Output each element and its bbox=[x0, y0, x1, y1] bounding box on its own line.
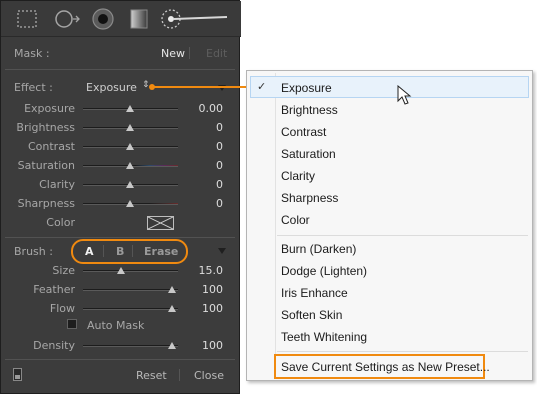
size-label: Size bbox=[52, 264, 75, 277]
feather-label: Feather bbox=[33, 283, 75, 296]
auto-mask-checkbox[interactable] bbox=[67, 319, 77, 329]
tab-divider bbox=[103, 245, 104, 257]
tool-strip bbox=[1, 1, 241, 37]
close-button[interactable]: Close bbox=[194, 369, 224, 382]
contrast-label: Contrast bbox=[27, 140, 75, 153]
color-swatch[interactable] bbox=[147, 216, 174, 230]
section-divider bbox=[5, 359, 235, 360]
menu-item-saturation[interactable]: Saturation bbox=[281, 147, 336, 161]
reset-button[interactable]: Reset bbox=[136, 369, 167, 382]
menu-item-exposure[interactable]: Exposure bbox=[281, 81, 332, 95]
exposure-thumb[interactable] bbox=[126, 105, 134, 112]
menu-item-brightness[interactable]: Brightness bbox=[281, 103, 338, 117]
menu-item-sharpness[interactable]: Sharpness bbox=[281, 191, 338, 205]
contrast-value[interactable]: 0 bbox=[187, 140, 223, 153]
effect-dropdown-value: Exposure bbox=[86, 81, 137, 94]
menu-item-burn-darken[interactable]: Burn (Darken) bbox=[281, 242, 356, 256]
menu-item-color[interactable]: Color bbox=[281, 213, 310, 227]
section-divider bbox=[5, 69, 235, 70]
contrast-thumb[interactable] bbox=[126, 143, 134, 150]
clarity-thumb[interactable] bbox=[126, 181, 134, 188]
adjustment-brush-icon[interactable] bbox=[159, 7, 229, 31]
flow-value[interactable]: 100 bbox=[187, 302, 223, 315]
saturation-thumb[interactable] bbox=[126, 162, 134, 169]
menu-item-soften-skin[interactable]: Soften Skin bbox=[281, 308, 342, 322]
panel-switch-icon[interactable] bbox=[13, 368, 22, 381]
mouse-cursor-icon bbox=[397, 85, 412, 105]
no-color-x-icon bbox=[148, 217, 173, 229]
sharpness-value[interactable]: 0 bbox=[187, 197, 223, 210]
flow-label: Flow bbox=[49, 302, 75, 315]
menu-item-clarity[interactable]: Clarity bbox=[281, 169, 315, 183]
menu-item-dodge-lighten[interactable]: Dodge (Lighten) bbox=[281, 264, 367, 278]
brush-label: Brush : bbox=[14, 245, 53, 258]
color-label: Color bbox=[46, 216, 75, 229]
marquee-tool-icon[interactable] bbox=[15, 7, 39, 31]
clarity-value[interactable]: 0 bbox=[187, 178, 223, 191]
feather-thumb[interactable] bbox=[168, 286, 176, 293]
menu-item-teeth-whitening[interactable]: Teeth Whitening bbox=[281, 330, 367, 344]
auto-mask-label: Auto Mask bbox=[87, 319, 145, 332]
feather-track[interactable] bbox=[83, 289, 178, 291]
mask-label: Mask : bbox=[14, 47, 50, 60]
adjustment-brush-panel: Mask : New Edit Effect : Exposure ⇕ Expo… bbox=[0, 0, 241, 394]
menu-gutter bbox=[275, 73, 276, 378]
feather-value[interactable]: 100 bbox=[187, 283, 223, 296]
flow-thumb[interactable] bbox=[168, 305, 176, 312]
size-track[interactable] bbox=[83, 270, 178, 272]
mask-divider bbox=[189, 47, 190, 59]
menu-item-iris-enhance[interactable]: Iris Enhance bbox=[281, 286, 348, 300]
clarity-label: Clarity bbox=[39, 178, 75, 191]
mask-edit-button[interactable]: Edit bbox=[206, 47, 227, 60]
section-divider bbox=[5, 237, 235, 238]
exposure-value[interactable]: 0.00 bbox=[187, 102, 224, 115]
size-thumb[interactable] bbox=[117, 267, 125, 274]
density-value[interactable]: 100 bbox=[187, 339, 223, 352]
red-eye-tool-icon[interactable] bbox=[91, 7, 115, 31]
tab-divider bbox=[132, 245, 133, 257]
brightness-thumb[interactable] bbox=[126, 124, 134, 131]
checkmark-icon: ✓ bbox=[257, 80, 267, 93]
effect-label: Effect : bbox=[14, 81, 53, 94]
size-value[interactable]: 15.0 bbox=[187, 264, 224, 277]
saturation-value[interactable]: 0 bbox=[187, 159, 223, 172]
brightness-label: Brightness bbox=[16, 121, 75, 134]
menu-item-save-preset[interactable]: Save Current Settings as New Preset... bbox=[281, 360, 490, 374]
sharpness-thumb[interactable] bbox=[126, 200, 134, 207]
footer-divider bbox=[179, 369, 180, 381]
density-label: Density bbox=[33, 339, 75, 352]
menu-item-contrast[interactable]: Contrast bbox=[281, 125, 326, 139]
brush-tab-erase[interactable]: Erase bbox=[144, 245, 178, 258]
density-track[interactable] bbox=[83, 345, 178, 347]
density-thumb[interactable] bbox=[168, 342, 176, 349]
saturation-label: Saturation bbox=[17, 159, 75, 172]
menu-separator bbox=[277, 235, 528, 236]
brightness-value[interactable]: 0 bbox=[187, 121, 223, 134]
brush-collapse-triangle-icon[interactable] bbox=[218, 248, 226, 254]
effect-presets-menu: ✓ Exposure Brightness Contrast Saturatio… bbox=[246, 70, 533, 381]
spot-removal-tool-icon[interactable] bbox=[53, 7, 81, 31]
graduated-filter-icon[interactable] bbox=[127, 7, 151, 31]
menu-separator bbox=[277, 351, 528, 352]
sharpness-label: Sharpness bbox=[17, 197, 75, 210]
mask-new-button[interactable]: New bbox=[161, 47, 185, 60]
brush-tab-b[interactable]: B bbox=[116, 245, 124, 258]
exposure-label: Exposure bbox=[24, 102, 75, 115]
brush-tab-a[interactable]: A bbox=[85, 245, 94, 258]
flow-track[interactable] bbox=[83, 308, 178, 310]
